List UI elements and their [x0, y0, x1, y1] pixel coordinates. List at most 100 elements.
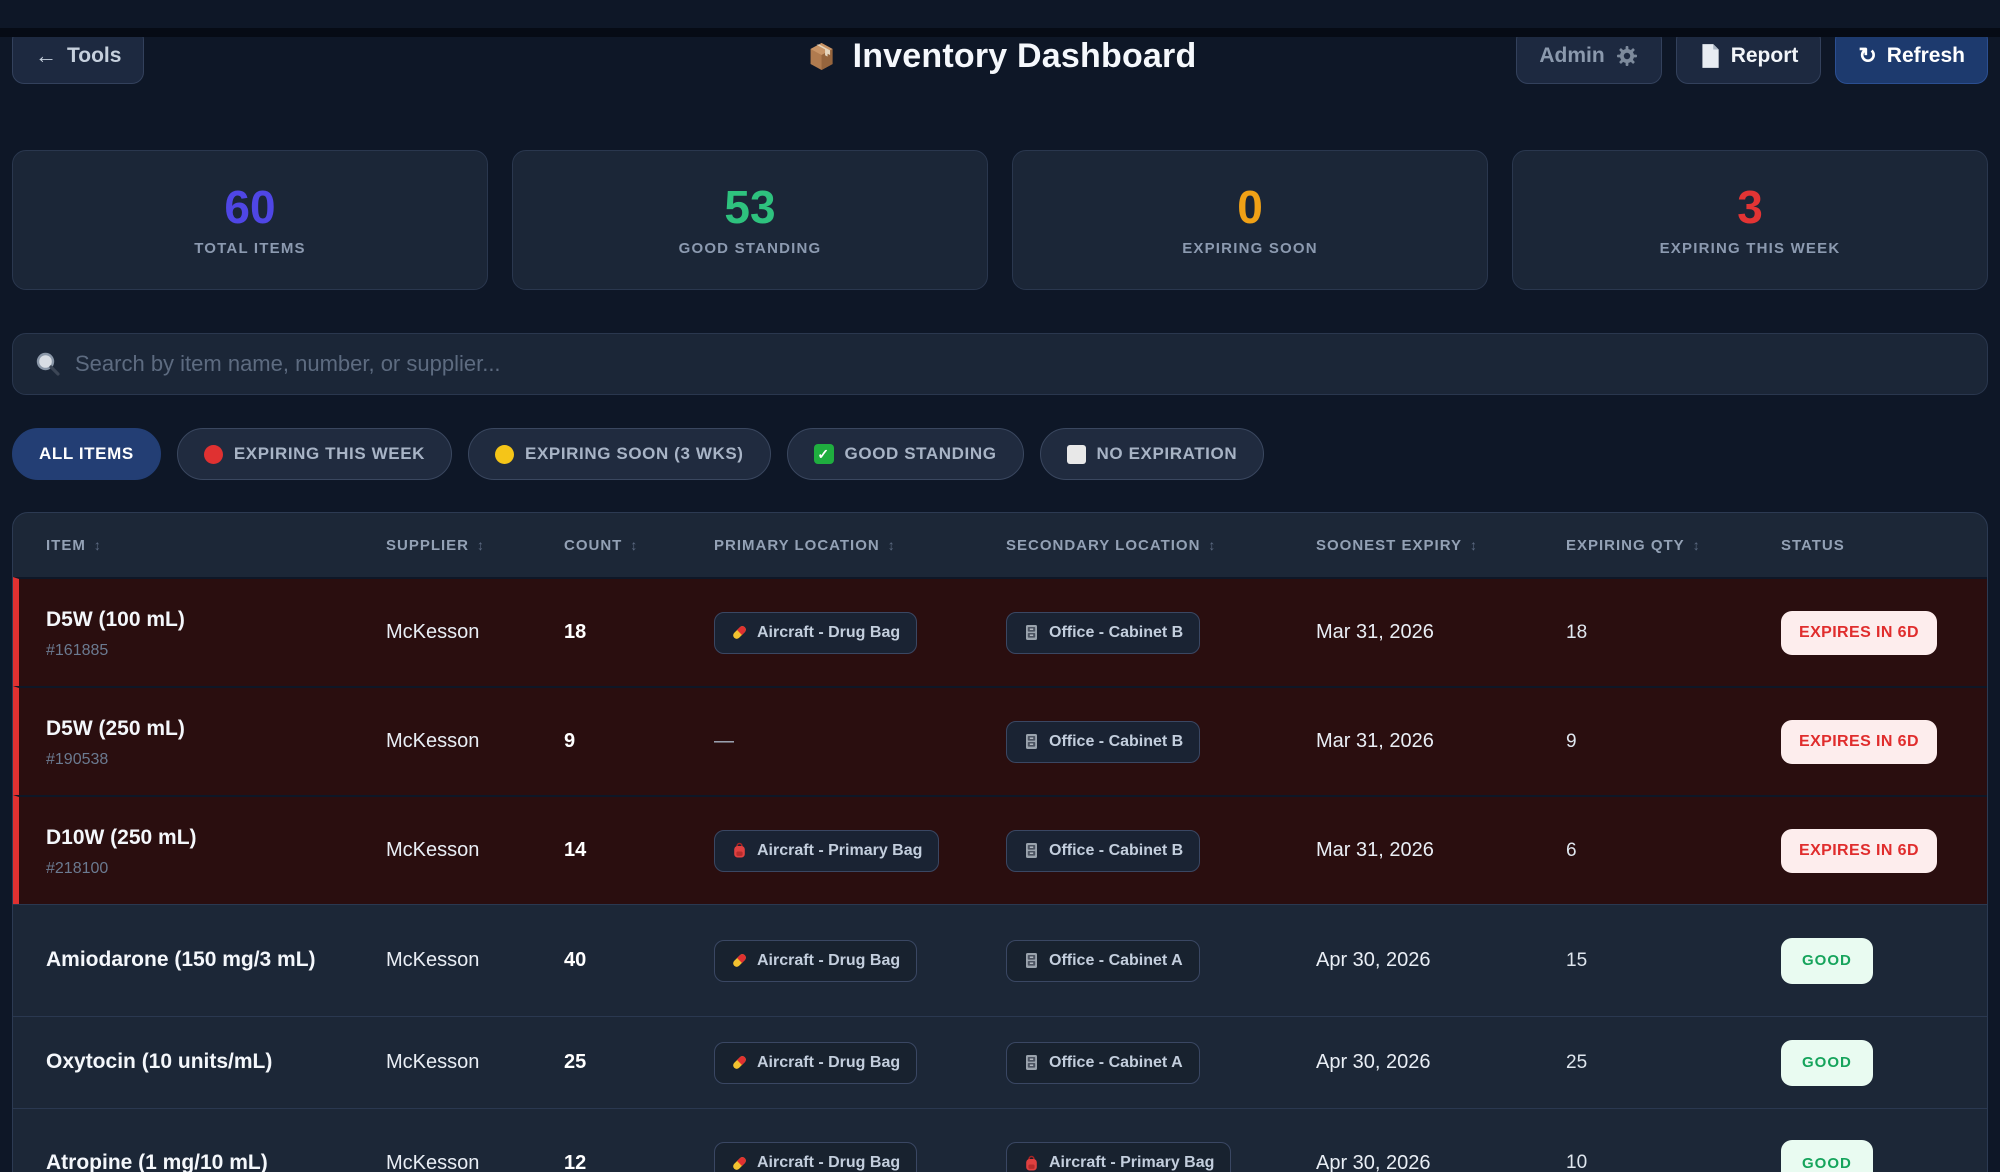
soonest-expiry-cell: Mar 31, 2026 — [1289, 839, 1539, 862]
stat-label: EXPIRING THIS WEEK — [1660, 240, 1841, 257]
secondary-location-pill: Office - Cabinet A — [1006, 1042, 1200, 1084]
count-cell: 14 — [537, 839, 687, 862]
item-name: D5W (250 mL) — [46, 714, 339, 744]
table-row[interactable]: Oxytocin (10 units/mL) McKesson 25 Aircr… — [13, 1016, 1987, 1108]
sort-icon: ↕ — [1470, 537, 1478, 553]
status-cell: EXPIRES IN 6D — [1754, 829, 1987, 873]
empty-location-dash: — — [714, 730, 734, 752]
filter-label: EXPIRING SOON (3 WKS) — [525, 444, 744, 464]
supplier-cell: McKesson — [359, 621, 537, 644]
supplier-cell: McKesson — [353, 1152, 531, 1172]
status-badge: EXPIRES IN 6D — [1781, 720, 1937, 764]
column-header-soonest-expiry[interactable]: SOONEST EXPIRY ↕ — [1283, 537, 1533, 554]
secondary-location-cell: Office - Cabinet A — [973, 1042, 1283, 1084]
page-title: Inventory Dashboard — [853, 37, 1197, 76]
cabinet-icon — [1023, 624, 1040, 641]
status-cell: GOOD — [1748, 1040, 1987, 1086]
item-number: #190538 — [46, 751, 339, 769]
table-row[interactable]: D5W (250 mL) #190538 McKesson 9 — Office… — [13, 686, 1987, 795]
secondary-location-pill: Office - Cabinet B — [1006, 830, 1200, 872]
search-bar — [12, 333, 1988, 395]
filter-label: NO EXPIRATION — [1097, 444, 1238, 464]
secondary-location-cell: Office - Cabinet B — [979, 830, 1289, 872]
primary-location-cell: — — [687, 730, 979, 753]
item-cell: D5W (100 mL) #161885 — [19, 605, 359, 659]
admin-button-label: Admin — [1539, 44, 1604, 68]
item-cell: D5W (250 mL) #190538 — [19, 714, 359, 768]
sort-icon: ↕ — [888, 537, 896, 553]
secondary-location-cell: Aircraft - Primary Bag — [973, 1142, 1283, 1172]
item-name: Oxytocin (10 units/mL) — [46, 1047, 333, 1077]
filter-label: ALL ITEMS — [39, 444, 134, 464]
status-cell: EXPIRES IN 6D — [1754, 611, 1987, 655]
column-header-status: STATUS — [1748, 537, 1987, 554]
table-row[interactable]: D5W (100 mL) #161885 McKesson 18 Aircraf… — [13, 577, 1987, 686]
table-row[interactable]: Amiodarone (150 mg/3 mL) McKesson 40 Air… — [13, 904, 1987, 1016]
column-header-primary-location[interactable]: PRIMARY LOCATION ↕ — [681, 537, 973, 554]
supplier-cell: McKesson — [359, 839, 537, 862]
column-header-expiring-qty[interactable]: EXPIRING QTY ↕ — [1533, 537, 1748, 554]
filter-label: GOOD STANDING — [845, 444, 997, 464]
item-cell: Oxytocin (10 units/mL) — [13, 1047, 353, 1077]
filter-good-standing[interactable]: ✓ GOOD STANDING — [787, 428, 1024, 480]
secondary-location-pill: Aircraft - Primary Bag — [1006, 1142, 1231, 1172]
primary-location-pill: Aircraft - Primary Bag — [714, 830, 939, 872]
secondary-location-cell: Office - Cabinet A — [973, 940, 1283, 982]
column-header-count[interactable]: COUNT ↕ — [531, 537, 681, 554]
pill-icon — [731, 1054, 748, 1071]
refresh-icon: ↻ — [1858, 43, 1876, 69]
count-cell: 25 — [531, 1051, 681, 1074]
filter-expiring-this-week[interactable]: EXPIRING THIS WEEK — [177, 428, 452, 480]
stat-card-expiring-this-week: 3 EXPIRING THIS WEEK — [1512, 150, 1988, 290]
primary-location-cell: Aircraft - Drug Bag — [681, 1142, 973, 1172]
expiring-qty-cell: 15 — [1533, 950, 1748, 972]
status-badge: GOOD — [1781, 1040, 1873, 1086]
status-badge: GOOD — [1781, 1140, 1873, 1172]
primary-location-cell: Aircraft - Drug Bag — [687, 612, 979, 654]
expiring-qty-cell: 10 — [1533, 1152, 1748, 1172]
soonest-expiry-cell: Mar 31, 2026 — [1289, 730, 1539, 753]
count-cell: 18 — [537, 621, 687, 644]
stat-value: 60 — [224, 184, 275, 230]
column-header-item[interactable]: ITEM ↕ — [13, 537, 353, 554]
pill-icon — [731, 624, 748, 641]
inventory-table: ITEM ↕ SUPPLIER ↕ COUNT ↕ PRIMARY LOCATI… — [12, 512, 1988, 1172]
stat-value: 0 — [1237, 184, 1263, 230]
report-button-label: Report — [1731, 44, 1799, 68]
soonest-expiry-cell: Apr 30, 2026 — [1283, 1051, 1533, 1074]
stat-value: 53 — [724, 184, 775, 230]
table-row[interactable]: D10W (250 mL) #218100 McKesson 14 Aircra… — [13, 795, 1987, 904]
green-check-icon: ✓ — [814, 444, 834, 464]
stat-label: TOTAL ITEMS — [194, 240, 306, 257]
item-name: Atropine (1 mg/10 mL) — [46, 1148, 333, 1172]
item-cell: D10W (250 mL) #218100 — [19, 823, 359, 877]
column-header-secondary-location[interactable]: SECONDARY LOCATION ↕ — [973, 537, 1283, 554]
primary-location-pill: Aircraft - Drug Bag — [714, 1042, 917, 1084]
item-cell: Amiodarone (150 mg/3 mL) — [13, 945, 353, 975]
stat-card-expiring-soon: 0 EXPIRING SOON — [1012, 150, 1488, 290]
sort-icon: ↕ — [94, 537, 102, 553]
pill-icon — [731, 952, 748, 969]
sort-icon: ↕ — [1208, 537, 1216, 553]
secondary-location-pill: Office - Cabinet A — [1006, 940, 1200, 982]
secondary-location-pill: Office - Cabinet B — [1006, 721, 1200, 763]
primary-location-cell: Aircraft - Primary Bag — [687, 830, 979, 872]
backpack-icon — [731, 842, 748, 859]
filter-expiring-soon[interactable]: EXPIRING SOON (3 WKS) — [468, 428, 771, 480]
item-name: D5W (100 mL) — [46, 605, 339, 635]
item-name: D10W (250 mL) — [46, 823, 339, 853]
cabinet-icon — [1023, 733, 1040, 750]
left-arrow-icon: ← — [35, 43, 57, 69]
sort-icon: ↕ — [630, 537, 638, 553]
count-cell: 9 — [537, 730, 687, 753]
count-cell: 12 — [531, 1152, 681, 1172]
filter-no-expiration[interactable]: NO EXPIRATION — [1040, 428, 1265, 480]
filter-all-items[interactable]: ALL ITEMS — [12, 428, 161, 480]
secondary-location-pill: Office - Cabinet B — [1006, 612, 1200, 654]
soonest-expiry-cell: Apr 30, 2026 — [1283, 949, 1533, 972]
status-badge: EXPIRES IN 6D — [1781, 611, 1937, 655]
stat-label: GOOD STANDING — [679, 240, 822, 257]
search-input[interactable] — [12, 333, 1988, 395]
table-row[interactable]: Atropine (1 mg/10 mL) McKesson 12 Aircra… — [13, 1108, 1987, 1172]
column-header-supplier[interactable]: SUPPLIER ↕ — [353, 537, 531, 554]
